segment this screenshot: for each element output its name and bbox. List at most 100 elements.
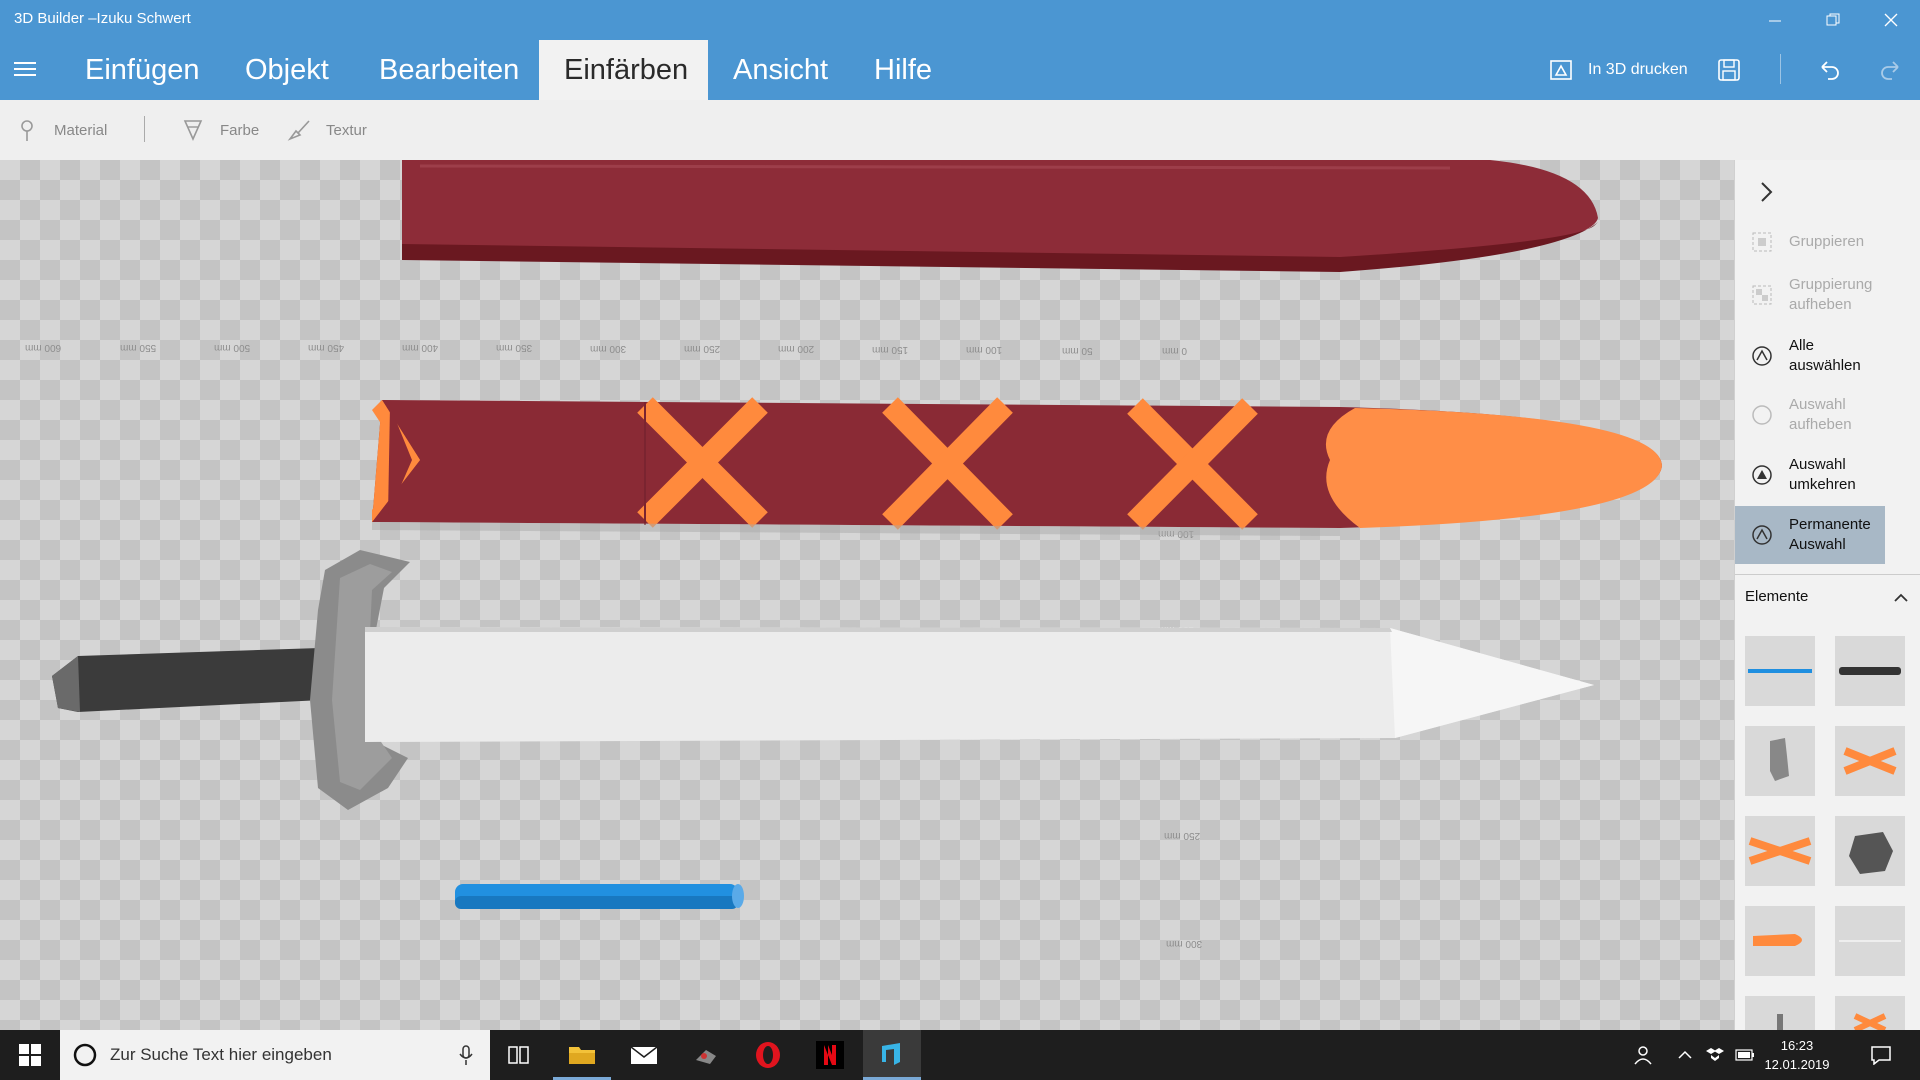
material-pin-icon <box>21 120 33 141</box>
3d-builder-taskbar-button[interactable] <box>863 1030 921 1080</box>
guard-thumb-icon <box>1770 738 1789 781</box>
notification-icon <box>1871 1046 1891 1065</box>
gruppierung-aufheben-label: Gruppierung aufheben <box>1789 276 1873 313</box>
windows-logo-icon <box>19 1044 41 1066</box>
collapse-elemente-button[interactable] <box>1893 590 1909 608</box>
mail-button[interactable] <box>615 1030 673 1080</box>
windows-taskbar: Zur Suche Text hier eingeben 16:23 12.01… <box>0 1030 1920 1080</box>
task-view-button[interactable] <box>490 1030 548 1080</box>
ribbon-menu: Einfügen Objekt Bearbeiten Einfärben Ans… <box>0 40 1920 100</box>
element-thumbnail[interactable] <box>1745 726 1815 796</box>
tab-ansicht[interactable]: Ansicht <box>708 40 853 100</box>
file-explorer-button[interactable] <box>553 1030 611 1080</box>
restore-button[interactable] <box>1810 0 1856 40</box>
3d-builder-icon <box>882 1042 900 1065</box>
element-thumbnail[interactable] <box>1745 816 1815 886</box>
pommel-thumb-icon <box>1849 832 1893 874</box>
game-app-button[interactable] <box>677 1030 735 1080</box>
select-all-icon <box>1752 346 1772 366</box>
cortana-icon <box>73 1043 97 1067</box>
clock-date: 12.01.2019 <box>1764 1057 1830 1072</box>
selection-panel: Gruppieren Gruppierung aufheben Alle aus… <box>1734 160 1920 1033</box>
taskbar-search-box[interactable]: Zur Suche Text hier eingeben <box>60 1030 490 1080</box>
people-button[interactable] <box>1620 1030 1666 1080</box>
element-thumbnail[interactable] <box>1835 906 1905 976</box>
scabbard-middle-model[interactable] <box>372 397 1662 536</box>
farbe-button[interactable]: Farbe <box>180 116 259 144</box>
permanente-auswahl-label: Permanente Auswahl <box>1789 516 1871 553</box>
x-thumb-icon <box>1748 837 1812 865</box>
title-bar: 3D Builder –Izuku Schwert <box>0 0 1920 40</box>
opera-button[interactable] <box>739 1030 797 1080</box>
action-center-button[interactable] <box>1856 1030 1906 1080</box>
save-button[interactable] <box>1716 40 1742 100</box>
tab-hilfe[interactable]: Hilfe <box>849 40 957 100</box>
undo-icon <box>1821 61 1839 80</box>
scabbard-top-model[interactable] <box>402 160 1598 272</box>
gruppieren-button[interactable]: Gruppieren <box>1735 213 1885 271</box>
color-toolbar: Material Farbe Textur <box>0 100 1920 160</box>
start-button[interactable] <box>1 1030 59 1080</box>
element-thumbnail[interactable] <box>1745 636 1815 706</box>
element-thumbnail[interactable] <box>1835 996 1905 1033</box>
dropbox-icon <box>1706 1048 1724 1061</box>
dropbox-tray-icon-button[interactable] <box>1700 1030 1730 1080</box>
sword-model[interactable] <box>52 550 1594 810</box>
chevron-up-icon <box>1678 1050 1692 1059</box>
close-button[interactable] <box>1868 0 1914 40</box>
microphone-icon <box>459 1045 473 1065</box>
3d-viewport[interactable]: 600 mm 550 mm 500 mm 450 mm 400 mm 350 m… <box>0 160 1734 1030</box>
restore-icon <box>1826 13 1840 26</box>
permanent-selection-icon <box>1752 525 1772 545</box>
scene-objects <box>52 160 1662 909</box>
collapse-panel-button[interactable] <box>1759 180 1775 209</box>
tip-thumb-icon <box>1753 934 1802 946</box>
tab-objekt[interactable]: Objekt <box>220 40 354 100</box>
print-3d-button[interactable]: In 3D drucken <box>1548 40 1688 100</box>
minimize-button[interactable] <box>1752 0 1798 40</box>
auswahl-aufheben-label: Auswahl aufheben <box>1789 396 1852 433</box>
element-thumbnail[interactable] <box>1745 906 1815 976</box>
element-thumb-icon <box>1777 1014 1783 1030</box>
task-view-icon <box>508 1046 529 1064</box>
opera-icon <box>756 1042 780 1068</box>
tab-bearbeiten[interactable]: Bearbeiten <box>354 40 544 100</box>
redo-icon <box>1881 61 1899 80</box>
mail-icon <box>630 1046 658 1064</box>
search-placeholder: Zur Suche Text hier eingeben <box>110 1045 332 1064</box>
permanente-auswahl-button[interactable]: Permanente Auswahl <box>1735 506 1885 564</box>
invert-selection-icon <box>1752 465 1772 485</box>
element-thumbnail[interactable] <box>1745 996 1815 1030</box>
chevron-right-icon <box>1761 182 1773 202</box>
group-icon <box>1752 232 1772 252</box>
redo-button[interactable] <box>1877 40 1903 100</box>
grip-thumb-icon <box>1839 667 1901 675</box>
element-thumbnail[interactable] <box>1835 636 1905 706</box>
clock[interactable]: 16:23 12.01.2019 <box>1762 1036 1832 1074</box>
element-thumbnail[interactable] <box>1835 726 1905 796</box>
clock-time: 16:23 <box>1780 1038 1814 1053</box>
netflix-button[interactable] <box>801 1030 859 1080</box>
x-thumb-icon <box>1853 1013 1887 1033</box>
handle-model[interactable] <box>455 884 744 909</box>
deselect-icon <box>1752 405 1772 425</box>
element-thumbnail[interactable] <box>1835 816 1905 886</box>
tab-einfuegen[interactable]: Einfügen <box>60 40 225 100</box>
gruppierung-aufheben-button[interactable]: Gruppierung aufheben <box>1735 266 1885 324</box>
auswahl-aufheben-button[interactable]: Auswahl aufheben <box>1735 386 1885 444</box>
tab-einfaerben[interactable]: Einfärben <box>539 40 708 100</box>
handle-thumb-icon <box>1748 669 1812 673</box>
farbe-label: Farbe <box>220 121 260 139</box>
window-title: 3D Builder –Izuku Schwert <box>14 10 191 27</box>
battery-button[interactable] <box>1730 1030 1760 1080</box>
textur-button[interactable]: Textur <box>286 116 367 144</box>
x-thumb-icon <box>1843 747 1897 775</box>
material-button[interactable]: Material <box>14 116 107 144</box>
undo-button[interactable] <box>1817 40 1843 100</box>
alle-auswaehlen-button[interactable]: Alle auswählen <box>1735 327 1885 385</box>
chevron-up-icon <box>1894 593 1908 602</box>
hamburger-menu-icon[interactable] <box>14 58 36 78</box>
game-app-icon <box>696 1050 716 1064</box>
show-hidden-icons-button[interactable] <box>1670 1030 1700 1080</box>
auswahl-umkehren-button[interactable]: Auswahl umkehren <box>1735 446 1885 504</box>
